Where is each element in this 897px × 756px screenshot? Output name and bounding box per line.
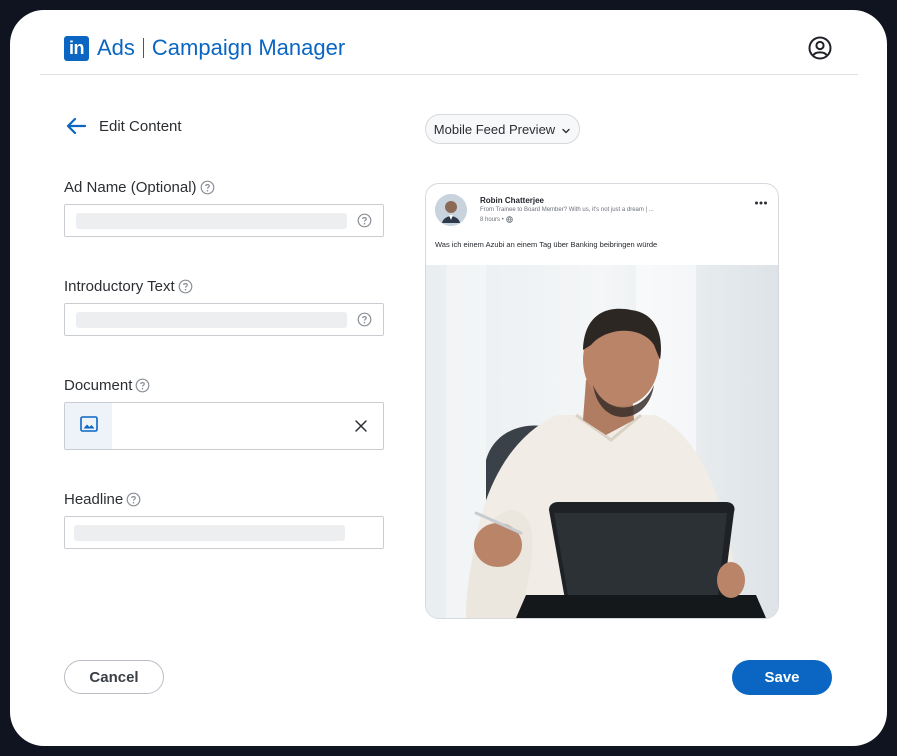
- headline-label: Headline: [64, 491, 141, 508]
- help-circle-icon[interactable]: [357, 213, 372, 228]
- brand-logo[interactable]: in Ads Campaign Manager: [64, 35, 345, 61]
- introductory-text-input[interactable]: [64, 303, 384, 336]
- app-window: in Ads Campaign Manager Edit Content Ad …: [10, 10, 887, 746]
- arrow-left-icon[interactable]: [65, 116, 87, 136]
- save-button[interactable]: Save: [732, 660, 832, 695]
- mobile-feed-preview: Robin Chatterjee From Trainee to Board M…: [425, 183, 779, 619]
- headline-input[interactable]: [64, 516, 384, 549]
- page-header: Edit Content: [65, 116, 182, 136]
- more-options-icon[interactable]: [754, 194, 768, 205]
- globe-icon: [506, 216, 513, 223]
- post-text: Was ich einem Azubi an einem Tag über Ba…: [435, 240, 658, 249]
- document-thumbnail[interactable]: [65, 403, 112, 449]
- introductory-text-label: Introductory Text: [64, 278, 193, 295]
- preview-mode-select[interactable]: Mobile Feed Preview: [425, 114, 580, 144]
- avatar: [435, 194, 467, 226]
- image-icon: [79, 415, 98, 437]
- document-upload[interactable]: [64, 402, 384, 450]
- help-circle-icon[interactable]: [135, 378, 150, 393]
- post-author-subtitle: From Trainee to Board Member? With us, i…: [480, 207, 654, 213]
- brand-divider: [142, 38, 144, 58]
- ad-name-label: Ad Name (Optional): [64, 179, 215, 196]
- page-title: Edit Content: [99, 117, 182, 135]
- account-circle-icon[interactable]: [807, 35, 833, 61]
- help-circle-icon[interactable]: [357, 312, 372, 327]
- chevron-down-icon: [561, 124, 571, 134]
- ad-name-input[interactable]: [64, 204, 384, 237]
- ad-name-label-text: Ad Name (Optional): [64, 179, 197, 196]
- linkedin-logo-icon: in: [64, 35, 89, 61]
- header-divider: [40, 74, 858, 75]
- introductory-text-label-text: Introductory Text: [64, 278, 175, 295]
- post-author: Robin Chatterjee: [480, 196, 545, 205]
- cancel-button[interactable]: Cancel: [64, 660, 164, 694]
- document-label-text: Document: [64, 377, 133, 394]
- introductory-text-value: [76, 312, 347, 328]
- help-circle-icon[interactable]: [178, 279, 193, 294]
- ad-name-value: [76, 213, 347, 229]
- close-icon[interactable]: [353, 418, 369, 434]
- post-timestamp: 8 hours •: [480, 216, 513, 223]
- headline-value: [74, 525, 345, 541]
- help-circle-icon[interactable]: [200, 180, 215, 195]
- post-time-text: 8 hours •: [480, 216, 504, 223]
- preview-mode-label: Mobile Feed Preview: [433, 121, 556, 137]
- document-label: Document: [64, 377, 150, 394]
- brand-product: Ads: [97, 35, 135, 60]
- post-image: [426, 265, 778, 618]
- brand-app-name: Campaign Manager: [151, 35, 346, 60]
- headline-label-text: Headline: [64, 491, 124, 508]
- help-circle-icon[interactable]: [126, 492, 141, 507]
